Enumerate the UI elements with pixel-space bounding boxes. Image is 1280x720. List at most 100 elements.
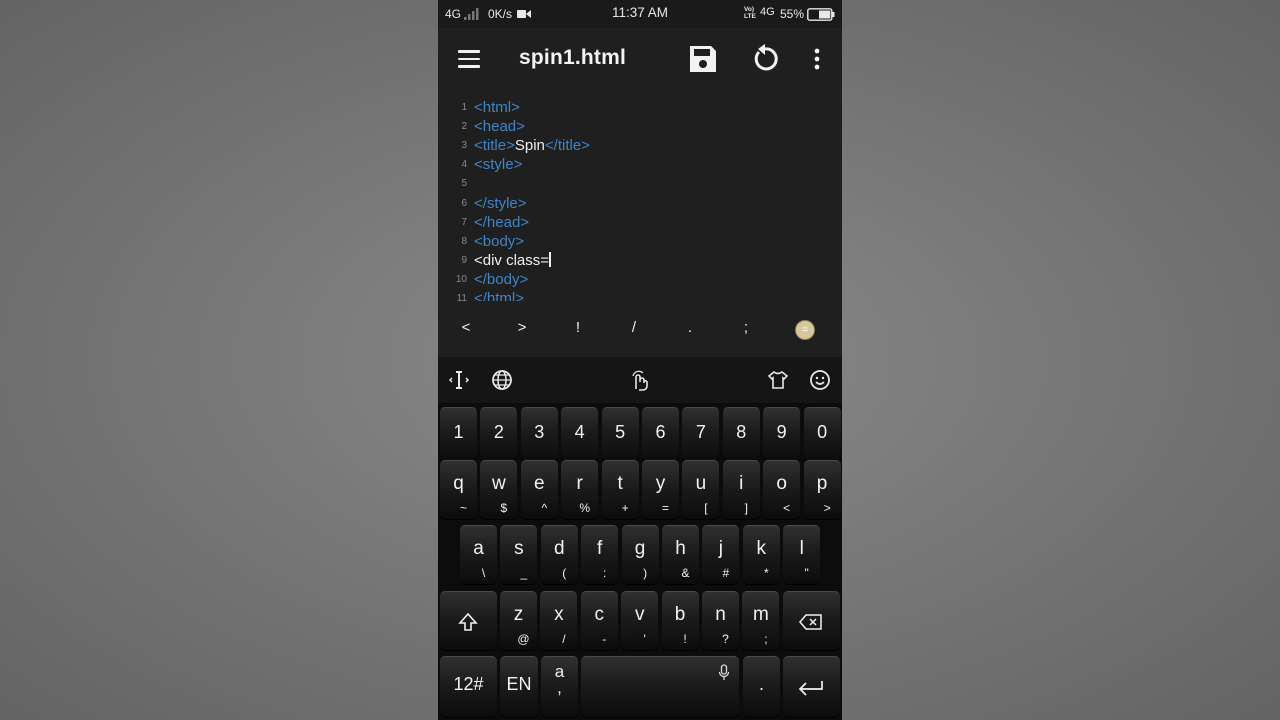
key-2[interactable]: 2 xyxy=(480,407,518,462)
soft-keyboard: 1 2 3 4 5 6 7 8 9 0 q ~ w $ e ^ r% t + y = u[i] o < p > a \ s _ d(f: g)… xyxy=(438,357,842,720)
code-line[interactable]: 5 xyxy=(438,174,842,193)
globe-icon[interactable] xyxy=(491,369,513,391)
key-l[interactable]: l " xyxy=(783,525,821,585)
key-n[interactable]: n? xyxy=(702,591,739,651)
key-label: e xyxy=(534,473,545,494)
key-d[interactable]: d( xyxy=(540,525,578,585)
key-f[interactable]: f: xyxy=(581,525,619,585)
code-line[interactable]: 6 </style> xyxy=(438,194,842,213)
symbol-key[interactable]: < xyxy=(451,319,481,336)
more-vert-icon xyxy=(814,48,820,70)
key-z[interactable]: z @ xyxy=(500,591,537,651)
save-button[interactable] xyxy=(686,42,720,76)
app-toolbar: spin1.html xyxy=(438,28,842,90)
key-e[interactable]: e ^ xyxy=(520,460,558,520)
key-label: r xyxy=(576,473,583,494)
key-a[interactable]: a \ xyxy=(460,525,497,585)
text-cursor-icon[interactable] xyxy=(448,369,470,391)
key-label: 1 xyxy=(453,422,464,442)
symbol-key[interactable]: > xyxy=(507,319,537,336)
key-label: y xyxy=(655,473,666,494)
code-line[interactable]: 7 </head> xyxy=(438,213,842,232)
key-c[interactable]: c- xyxy=(580,591,618,651)
line-number: 3 xyxy=(461,140,467,152)
shift-key[interactable] xyxy=(440,591,497,651)
key-u[interactable]: u[ xyxy=(682,460,720,520)
code-text: <html> xyxy=(474,98,520,117)
key-0[interactable]: 0 xyxy=(803,407,841,462)
code-editor[interactable]: 1 <html> 2 <head> 3 <title>Spin</title> 4 <styl… xyxy=(438,96,842,301)
code-line[interactable]: 10 </body> xyxy=(438,270,842,289)
key-label: x xyxy=(554,604,564,625)
space-key[interactable] xyxy=(581,656,739,718)
key-q[interactable]: q ~ xyxy=(440,460,477,520)
enter-key[interactable] xyxy=(783,656,840,718)
symbols-key[interactable]: 12# xyxy=(440,656,497,718)
symbol-key[interactable]: . xyxy=(675,319,705,336)
language-key[interactable]: EN xyxy=(500,656,538,718)
key-label: m xyxy=(752,604,769,625)
key-s[interactable]: s _ xyxy=(500,525,538,585)
menu-icon[interactable] xyxy=(458,50,480,68)
key-w[interactable]: w $ xyxy=(480,460,518,520)
key-label: q xyxy=(453,473,464,494)
battery-icon xyxy=(807,8,835,21)
key-7[interactable]: 7 xyxy=(682,407,720,462)
key-1[interactable]: 1 xyxy=(440,407,477,462)
key-9[interactable]: 9 xyxy=(763,407,801,462)
code-line[interactable]: 9 <div class= xyxy=(438,251,842,270)
key-m[interactable]: m; xyxy=(742,591,780,651)
backspace-icon xyxy=(799,614,822,630)
key-5[interactable]: 5 xyxy=(601,407,639,462)
key-t[interactable]: t + xyxy=(601,460,639,520)
key-v[interactable]: v ' xyxy=(621,591,659,651)
key-x[interactable]: x / xyxy=(540,591,578,651)
more-options-button[interactable] xyxy=(800,42,834,76)
keyboard-toolbar xyxy=(438,357,842,403)
code-line[interactable]: 2 <head> xyxy=(438,117,842,136)
key-b[interactable]: b! xyxy=(661,591,699,651)
period-key[interactable]: . xyxy=(743,656,780,718)
code-line[interactable]: 1 <html> xyxy=(438,98,842,117)
key-label: 5 xyxy=(615,422,626,442)
key-3[interactable]: 3 xyxy=(520,407,558,462)
key-label: a xyxy=(473,538,484,559)
html-tag-token: <head> xyxy=(474,118,525,136)
code-line[interactable]: 3 <title>Spin</title> xyxy=(438,136,842,155)
code-line[interactable]: 4 <style> xyxy=(438,155,842,174)
key-k[interactable]: k * xyxy=(742,525,780,585)
key-g[interactable]: g) xyxy=(621,525,659,585)
key-y[interactable]: y = xyxy=(642,460,679,520)
key-o[interactable]: o < xyxy=(763,460,801,520)
symbol-key[interactable]: ; xyxy=(731,319,761,336)
symbol-key-active[interactable]: = xyxy=(795,320,815,340)
html-tag-token: <style> xyxy=(474,156,523,174)
key-r[interactable]: r% xyxy=(561,460,599,520)
comma-key[interactable]: a, xyxy=(541,656,578,718)
key-4[interactable]: 4 xyxy=(561,407,599,462)
line-number: 8 xyxy=(461,235,467,247)
shirt-theme-icon[interactable] xyxy=(767,369,789,391)
key-p[interactable]: p > xyxy=(803,460,841,520)
key-6[interactable]: 6 xyxy=(642,407,679,462)
swipe-gesture-icon[interactable] xyxy=(629,369,651,391)
key-h[interactable]: h & xyxy=(662,525,699,585)
code-line[interactable]: 11 </html> xyxy=(438,289,842,301)
key-secondary-label: $ xyxy=(500,501,508,515)
emoji-icon[interactable] xyxy=(809,369,831,391)
code-text: <title>Spin</title> xyxy=(474,136,590,155)
key-label: . xyxy=(758,674,764,694)
symbol-bar: < >! /.; = xyxy=(438,305,842,355)
key-8[interactable]: 8 xyxy=(722,407,760,462)
undo-button[interactable] xyxy=(748,42,782,76)
symbol-key[interactable]: / xyxy=(619,319,649,336)
key-j[interactable]: j # xyxy=(702,525,740,585)
key-secondary-label: ) xyxy=(643,566,648,580)
code-line[interactable]: 8 <body> xyxy=(438,232,842,251)
key-secondary-label: ! xyxy=(683,632,687,646)
symbol-key[interactable]: ! xyxy=(563,319,593,336)
backspace-key[interactable] xyxy=(783,591,840,651)
key-secondary-label: , xyxy=(557,678,562,697)
code-text: <head> xyxy=(474,117,525,136)
key-i[interactable]: i] xyxy=(722,460,760,520)
